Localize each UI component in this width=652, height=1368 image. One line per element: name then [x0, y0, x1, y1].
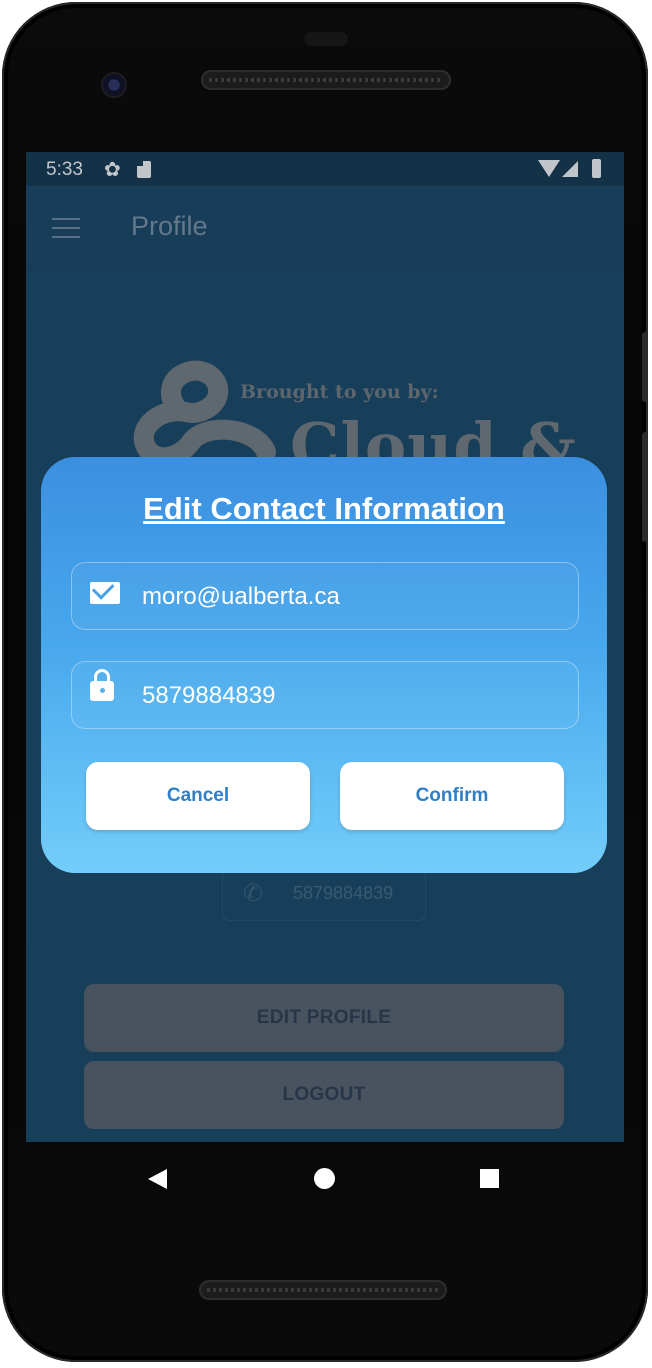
top-speaker-grille	[201, 70, 451, 90]
power-button	[642, 332, 648, 402]
cancel-button[interactable]: Cancel	[86, 762, 310, 830]
email-field[interactable]: moro@ualberta.ca	[71, 562, 579, 630]
edit-contact-dialog: Edit Contact Information moro@ualberta.c…	[41, 457, 607, 873]
dialog-title: Edit Contact Information	[143, 491, 505, 526]
lock-icon	[90, 669, 114, 701]
phone-value[interactable]: 5879884839	[142, 682, 275, 710]
phone-field[interactable]: 5879884839	[71, 661, 579, 729]
system-nav-bar	[26, 1142, 624, 1214]
confirm-button[interactable]: Confirm	[340, 762, 564, 830]
app-screen: 5:33 ✿ Profile Brought to you by: Cloud …	[26, 152, 624, 1142]
home-icon[interactable]	[314, 1168, 335, 1189]
back-icon[interactable]	[148, 1169, 167, 1189]
email-value[interactable]: moro@ualberta.ca	[142, 583, 340, 611]
front-camera	[101, 72, 127, 98]
mail-icon	[90, 582, 120, 604]
earpiece	[304, 32, 348, 46]
recent-apps-icon[interactable]	[480, 1169, 499, 1188]
bottom-speaker-grille	[199, 1280, 447, 1300]
volume-button	[642, 432, 648, 542]
